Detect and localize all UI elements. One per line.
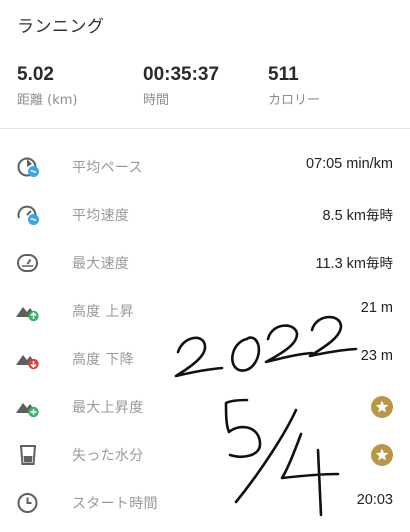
- average-speed-number: 8.5 km: [322, 208, 366, 224]
- list-item-max-speed: 最大速度 11.3 km毎時: [0, 239, 410, 287]
- list-item-elevation-gain: 高度 上昇 21 m: [0, 287, 410, 335]
- water-loss-label: 失った水分: [72, 448, 144, 464]
- elevation-up-icon: [15, 299, 41, 323]
- list-item-start-time: スタート時間 20:03: [0, 479, 410, 527]
- clock-icon: [15, 491, 41, 515]
- distance-value: 5.02: [17, 64, 54, 85]
- max-speed-value: 11.3 km毎時: [315, 252, 393, 272]
- start-time-value: 20:03: [356, 492, 393, 508]
- list-item-water-loss: 失った水分: [0, 431, 410, 479]
- max-speed-unit: 毎時: [366, 256, 393, 272]
- list-item-elevation-loss: 高度 下降 23 m: [0, 335, 410, 383]
- elevation-down-icon: [15, 347, 41, 371]
- metrics-list: 平均ペース 07:05 min/km 平均速度 8.5 km毎時 最大速度 11…: [0, 143, 410, 527]
- average-pace-label: 平均ペース: [72, 160, 143, 176]
- elevation-gain-value: 21 m: [360, 300, 393, 316]
- duration-label: 時間: [143, 93, 170, 108]
- stat-duration: 00:35:37 時間: [143, 60, 219, 112]
- max-speed-label: 最大速度: [72, 256, 130, 272]
- speedometer-icon: [15, 251, 41, 275]
- max-elevation-label: 最大上昇度: [72, 400, 144, 416]
- average-pace-value: 07:05 min/km: [305, 156, 393, 172]
- start-time-label: スタート時間: [72, 496, 158, 512]
- pace-gauge-icon: [15, 155, 41, 179]
- list-item-average-pace: 平均ペース 07:05 min/km: [0, 143, 410, 191]
- duration-value: 00:35:37: [143, 64, 220, 85]
- elevation-gain-label: 高度 上昇: [72, 304, 134, 320]
- list-item-average-speed: 平均速度 8.5 km毎時: [0, 191, 410, 239]
- speed-gauge-icon: [15, 203, 41, 227]
- stat-distance: 5.02 距離 (km): [17, 60, 77, 112]
- divider: [0, 128, 410, 129]
- premium-star-icon[interactable]: [371, 444, 393, 466]
- average-speed-label: 平均速度: [72, 208, 130, 224]
- average-speed-unit: 毎時: [366, 208, 393, 224]
- page-title: ランニング: [17, 17, 105, 37]
- calories-value: 511: [268, 64, 299, 85]
- distance-label: 距離 (km): [17, 93, 78, 108]
- average-speed-value: 8.5 km毎時: [322, 204, 393, 224]
- max-elevation-icon: [15, 395, 41, 419]
- elevation-loss-label: 高度 下降: [72, 352, 134, 368]
- max-speed-number: 11.3 km: [315, 256, 366, 272]
- list-item-max-elevation: 最大上昇度: [0, 383, 410, 431]
- calories-label: カロリー: [268, 93, 321, 108]
- stat-calories: 511 カロリー: [268, 60, 320, 112]
- summary-stats: 5.02 距離 (km) 00:35:37 時間 511 カロリー: [0, 60, 410, 126]
- elevation-loss-value: 23 m: [360, 348, 393, 364]
- premium-star-icon[interactable]: [371, 396, 393, 418]
- water-glass-icon: [15, 443, 41, 467]
